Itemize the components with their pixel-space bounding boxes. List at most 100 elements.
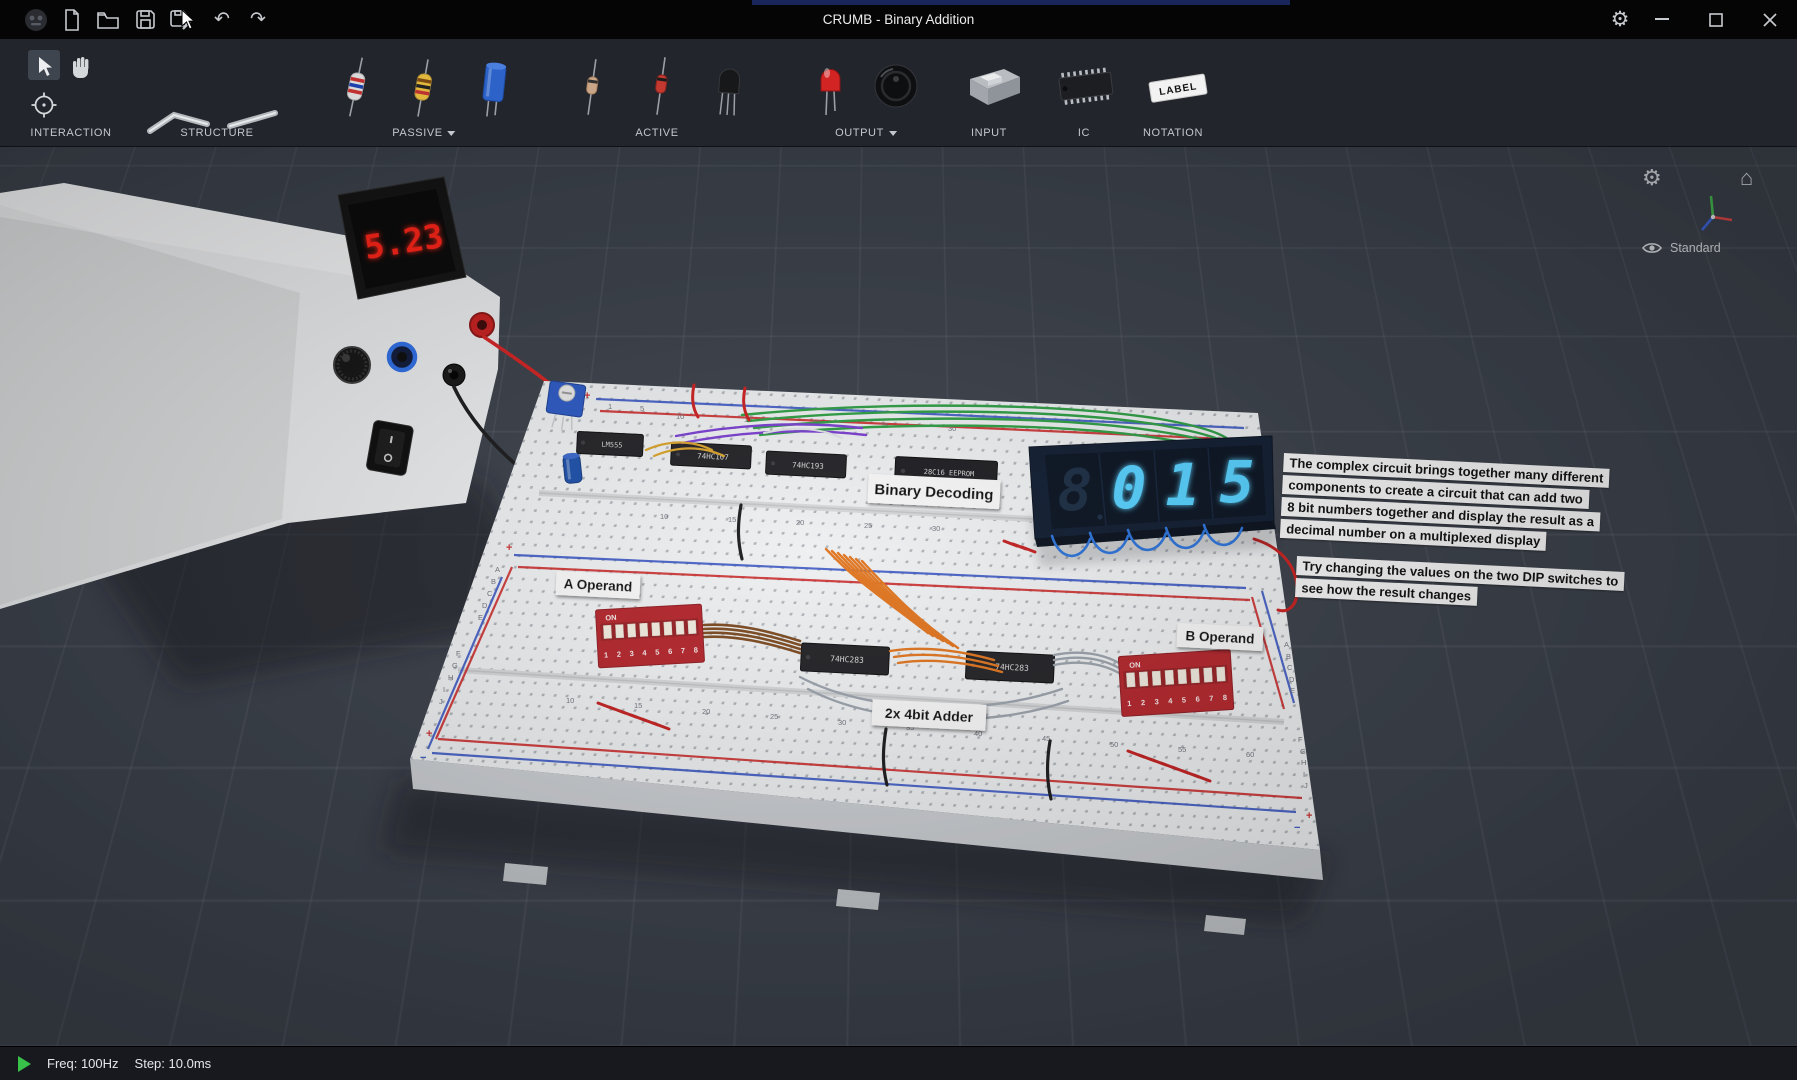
dropdown-caret-icon [448,131,456,136]
dip-chip-icon[interactable] [1057,66,1117,108]
annotation-note-1[interactable]: The complex circuit brings together many… [1280,453,1610,557]
svg-text:+: + [426,728,432,740]
svg-text:1: 1 [608,402,612,411]
titlebar: CRUMB - Binary Addition ↶ ↷ ⚙ [0,0,1797,39]
svg-text:I: I [443,685,445,694]
svg-text:B: B [491,577,496,586]
psu-current-knob[interactable] [389,344,415,370]
buzzer-icon[interactable] [873,63,919,109]
display-digit-tens: 1 [1166,451,1201,519]
save-button[interactable] [131,0,159,39]
settings-gear-button[interactable]: ⚙ [1604,0,1636,39]
svg-text:I: I [1303,770,1305,779]
axis-gizmo[interactable] [1691,190,1735,236]
svg-text:55: 55 [1178,745,1186,754]
electrolytic-capacitor[interactable] [562,452,582,484]
plate-b-operand[interactable]: B Operand [1176,623,1263,651]
mouse-cursor-icon [180,8,198,32]
dip-switch-b[interactable]: ON 1 2 3 4 5 6 7 8 [1118,650,1234,717]
psu-voltage-knob[interactable] [334,347,370,383]
dip-a-on-label: ON [605,613,617,623]
svg-text:+: + [506,542,512,554]
svg-text:E: E [1290,686,1295,695]
resistor-icon[interactable] [339,55,373,119]
resistor-yellow-icon[interactable] [407,57,439,119]
group-label-interaction: INTERACTION [30,127,111,139]
svg-text:A: A [1284,640,1289,649]
psu-negative-jack[interactable] [443,364,465,386]
undo-button[interactable]: ↶ [208,0,236,39]
svg-text:G: G [1300,747,1306,756]
crumb-window: CRUMB - Binary Addition ↶ ↷ ⚙ [0,0,1797,1080]
svg-text:B: B [1286,652,1291,661]
dropdown-caret-icon [889,131,897,136]
viewport-canvas[interactable]: 5.23 [0,147,1797,1046]
eye-icon [1642,241,1662,255]
svg-text:E: E [478,613,483,622]
psu-display: 5.23 [338,177,466,299]
ic-74hc193[interactable]: 74HC193 [766,451,847,478]
minimize-button[interactable] [1642,0,1682,39]
svg-text:10: 10 [676,412,684,421]
view-mode-label: Standard [1670,241,1721,255]
new-file-button[interactable] [58,0,86,39]
svg-text:30: 30 [932,524,940,533]
psu-power-switch[interactable] [366,420,414,476]
home-view-button[interactable]: ⌂ [1740,167,1753,189]
svg-text:+: + [1306,810,1312,822]
pan-hand-tool-button[interactable] [66,50,96,80]
svg-text:−: − [420,752,426,764]
maximize-button[interactable] [1696,0,1736,39]
dip-b-on-label: ON [1129,660,1141,670]
svg-text:15: 15 [728,515,736,524]
svg-text:50: 50 [1110,740,1118,749]
switch-icon[interactable] [968,63,1022,107]
diode-red-icon[interactable] [648,55,674,117]
dip-switch-a[interactable]: ON 1 2 3 4 5 6 7 8 [595,604,704,668]
svg-text:10: 10 [660,512,668,521]
group-label-input: INPUT [971,127,1007,139]
seven-segment-display[interactable]: 8 0 1 5 [1029,436,1276,547]
svg-text:G: G [452,661,458,670]
titlebar-accent [752,0,1290,5]
transistor-icon[interactable] [714,57,744,117]
play-simulation-button[interactable] [18,1056,31,1072]
led-icon[interactable] [816,55,844,117]
plate-a-operand[interactable]: A Operand [555,571,640,599]
display-ghost-digit: 8 [1058,456,1093,524]
label-tag-icon[interactable]: LABEL [1146,71,1212,105]
svg-text:25: 25 [864,521,872,530]
plate-adder[interactable]: 2x 4bit Adder [871,699,986,731]
svg-text:J: J [1304,781,1308,790]
close-button[interactable] [1750,0,1790,39]
app-logo-icon [20,0,52,39]
svg-text:25: 25 [770,712,778,721]
group-label-passive[interactable]: PASSIVE [392,127,455,139]
psu-positive-jack[interactable] [470,313,494,337]
frequency-readout: Freq: 100Hz [47,1056,119,1071]
svg-text:A: A [495,565,500,574]
scene-settings-gear-button[interactable]: ⚙ [1642,167,1662,189]
svg-text:F: F [1298,735,1303,744]
svg-text:10: 10 [566,696,574,705]
redo-button[interactable]: ↷ [244,0,272,39]
diode-icon[interactable] [579,57,605,117]
select-tool-button[interactable] [28,50,60,80]
orbit-tool-button[interactable] [31,92,57,118]
svg-text:H: H [1301,758,1306,767]
svg-text:−: − [1294,822,1300,834]
svg-text:LM555: LM555 [601,441,622,450]
svg-text:F: F [456,649,461,658]
svg-text:30: 30 [838,718,846,727]
ic-74hc107[interactable]: 74HC107 [671,442,752,469]
capacitor-icon[interactable] [479,55,509,119]
open-file-button[interactable] [93,0,123,39]
svg-text:D: D [1289,675,1295,684]
svg-text:60: 60 [1246,750,1254,759]
ic-lm555[interactable]: LM555 [577,431,644,456]
display-digit-hundreds: 0 [1112,454,1147,522]
ic-adder-1[interactable]: 74HC283 [800,643,889,675]
group-label-output[interactable]: OUTPUT [835,127,897,139]
svg-text:5: 5 [640,404,644,413]
view-mode-control[interactable]: Standard [1642,241,1721,255]
